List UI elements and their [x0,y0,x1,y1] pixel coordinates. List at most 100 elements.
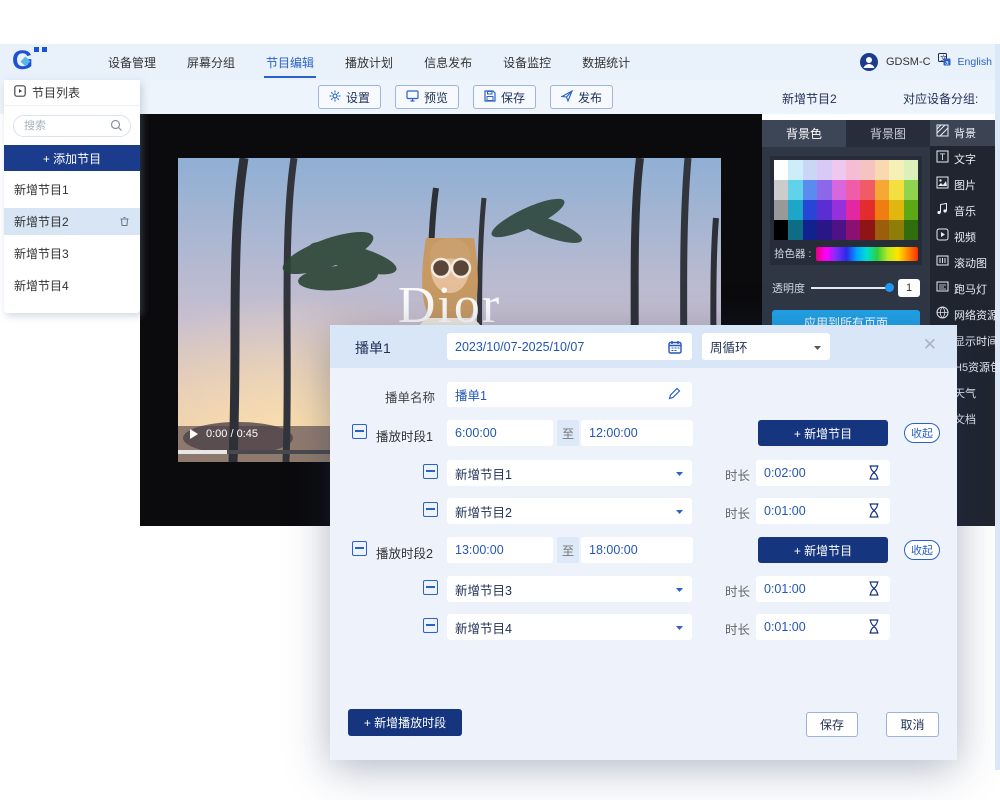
hourglass-icon[interactable] [868,619,880,634]
color-swatch[interactable] [846,220,860,240]
tool-text[interactable]: T 文字 [930,146,995,172]
add-program-to-section-button[interactable]: + 新增节目 [758,420,888,446]
save-button[interactable]: 保存 [473,85,536,109]
remove-program-button[interactable] [423,618,438,633]
add-program-button[interactable]: + 添加节目 [4,145,140,171]
repeat-mode-select[interactable]: 周循环 [702,333,830,360]
color-swatch[interactable] [904,220,918,240]
remove-program-button[interactable] [423,464,438,479]
tool-background[interactable]: 背景 [930,120,995,146]
color-swatch[interactable] [788,220,802,240]
color-swatch[interactable] [832,160,846,180]
color-swatch[interactable] [860,180,874,200]
publish-button[interactable]: 发布 [550,85,613,109]
tool-video[interactable]: 视频 [930,224,995,250]
nav-device-monitor[interactable]: 设备监控 [501,45,553,80]
color-swatch[interactable] [832,180,846,200]
translate-icon[interactable]: 文a [938,53,951,71]
color-swatch[interactable] [817,180,831,200]
tool-scroll-image[interactable]: 滚动图 [930,250,995,276]
settings-button[interactable]: 设置 [318,85,381,109]
tab-background-image[interactable]: 背景图 [846,120,930,147]
section1-start-time[interactable] [447,420,553,446]
color-swatch[interactable] [803,200,817,220]
date-range-input[interactable] [447,333,692,360]
color-swatch[interactable] [875,200,889,220]
color-swatch[interactable] [788,180,802,200]
close-icon[interactable]: ✕ [923,335,937,355]
program-item-2[interactable]: 新增节目2 [4,208,140,235]
opacity-slider[interactable] [811,287,892,289]
hourglass-icon[interactable] [868,581,880,596]
color-swatch[interactable] [875,180,889,200]
color-palette[interactable] [774,160,918,240]
program-select[interactable]: 新增节目3 [447,576,692,602]
color-swatch[interactable] [846,180,860,200]
program-item-3[interactable]: 新增节目3 [4,240,140,267]
color-swatch[interactable] [817,200,831,220]
color-swatch[interactable] [889,160,903,180]
color-swatch[interactable] [832,220,846,240]
color-swatch[interactable] [788,160,802,180]
color-swatch[interactable] [774,180,788,200]
program-item-4[interactable]: 新增节目4 [4,272,140,299]
language-switch[interactable]: English [958,56,992,68]
color-swatch[interactable] [889,200,903,220]
playlist-name-input[interactable] [447,382,692,407]
color-swatch[interactable] [904,180,918,200]
remove-section-button[interactable] [352,424,367,439]
nav-program-editor[interactable]: 节目编辑 [264,45,316,80]
play-icon[interactable] [190,429,198,439]
color-swatch[interactable] [803,220,817,240]
color-swatch[interactable] [860,200,874,220]
color-swatch[interactable] [875,220,889,240]
color-swatch[interactable] [846,160,860,180]
section2-start-time[interactable] [447,537,553,563]
search-icon[interactable] [110,119,123,137]
remove-program-button[interactable] [423,580,438,595]
section2-end-time[interactable] [581,537,693,563]
nav-play-schedule[interactable]: 播放计划 [343,45,395,80]
opacity-slider-knob[interactable] [885,283,894,292]
hourglass-icon[interactable] [868,465,880,480]
color-swatch[interactable] [817,160,831,180]
nav-data-stats[interactable]: 数据统计 [580,45,632,80]
color-swatch[interactable] [860,220,874,240]
section1-end-time[interactable] [581,420,693,446]
brand-logo[interactable]: G [12,45,52,77]
color-swatch[interactable] [774,160,788,180]
program-item-1[interactable]: 新增节目1 [4,176,140,203]
program-select[interactable]: 新增节目2 [447,498,692,524]
collapse-button[interactable]: 收起 [904,540,940,560]
remove-section-button[interactable] [352,541,367,556]
collapse-button[interactable]: 收起 [904,423,940,443]
color-swatch[interactable] [803,180,817,200]
calendar-icon[interactable] [668,340,682,354]
avatar-icon[interactable] [859,52,879,72]
tool-image[interactable]: 图片 [930,172,995,198]
color-swatch[interactable] [904,160,918,180]
color-swatch[interactable] [860,160,874,180]
nav-device-management[interactable]: 设备管理 [106,45,158,80]
color-swatch[interactable] [832,200,846,220]
color-swatch[interactable] [774,200,788,220]
add-section-button[interactable]: + 新增播放时段 [348,709,462,736]
color-swatch[interactable] [817,220,831,240]
remove-program-button[interactable] [423,502,438,517]
color-swatch[interactable] [889,220,903,240]
color-swatch[interactable] [904,200,918,220]
program-select[interactable]: 新增节目1 [447,460,692,486]
color-swatch[interactable] [889,180,903,200]
nav-info-publish[interactable]: 信息发布 [422,45,474,80]
modal-save-button[interactable]: 保存 [806,712,858,737]
pencil-icon[interactable] [668,387,681,400]
modal-cancel-button[interactable]: 取消 [886,712,939,737]
tool-music[interactable]: 音乐 [930,198,995,224]
color-swatch[interactable] [803,160,817,180]
color-swatch[interactable] [875,160,889,180]
hourglass-icon[interactable] [868,503,880,518]
device-group-label[interactable]: 对应设备分组: [903,90,978,107]
color-swatch[interactable] [774,220,788,240]
add-program-to-section-button[interactable]: + 新增节目 [758,537,888,563]
program-select[interactable]: 新增节目4 [447,614,692,640]
